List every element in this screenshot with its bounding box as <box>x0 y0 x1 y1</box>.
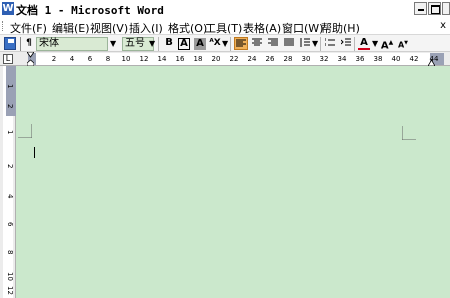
vruler-number: 2 <box>6 104 14 109</box>
font-color-letter: A <box>360 37 368 48</box>
word-app-icon[interactable]: W <box>2 2 14 15</box>
toolbar-separator <box>354 37 355 51</box>
vertical-ruler[interactable]: 1 2 1 2 4 6 8 10 12 <box>0 66 16 298</box>
font-size-value: 五号 <box>125 38 145 49</box>
vertical-ruler-top-margin <box>6 66 16 116</box>
numbering-icon[interactable] <box>323 37 337 50</box>
close-button[interactable] <box>442 2 450 15</box>
vruler-number: 8 <box>6 250 14 255</box>
title-bar: W 文档 1 - Microsoft Word <box>0 0 450 18</box>
bold-button[interactable]: B <box>162 37 176 50</box>
ruler-number: 10 <box>121 55 131 63</box>
maximize-button[interactable] <box>428 2 441 15</box>
ruler-number: 26 <box>265 55 275 63</box>
ruler-number: 8 <box>105 55 111 63</box>
grow-font-letter: A <box>380 40 389 52</box>
vruler-number: 1 <box>6 84 14 89</box>
justify-button[interactable] <box>282 37 296 50</box>
ruler-number: 16 <box>175 55 185 63</box>
toolbar-separator <box>158 37 159 51</box>
horizontal-ruler-bar: L 2 4 6 8 10 12 14 16 18 20 22 24 26 28 … <box>0 52 450 66</box>
font-size-dropdown-icon[interactable]: ▼ <box>149 39 155 48</box>
formatting-toolbar: ¶ 宋体 ▼ 五号 ▼ B A A ᴬX ▼ ▼ A ▼ A▲ A▼ <box>0 34 450 52</box>
font-name-select[interactable]: 宋体 <box>36 37 108 51</box>
font-name-dropdown-icon[interactable]: ▼ <box>110 39 116 48</box>
char-shading-button[interactable]: A <box>194 38 206 50</box>
font-color-button[interactable]: A <box>357 37 371 50</box>
font-color-swatch <box>358 48 370 50</box>
ruler-number: 14 <box>157 55 167 63</box>
window-title: 文档 1 - Microsoft Word <box>16 4 164 17</box>
toolbar-separator <box>320 37 321 51</box>
text-cursor <box>34 147 35 158</box>
crop-mark-top-left <box>18 124 32 138</box>
save-icon[interactable] <box>4 37 16 50</box>
ruler-number: 12 <box>139 55 149 63</box>
vruler-number: 10 <box>6 272 14 281</box>
tab-selector-button[interactable]: L <box>3 54 13 64</box>
crop-mark-top-right <box>402 126 416 140</box>
ruler-number: 22 <box>229 55 239 63</box>
vruler-number: 6 <box>6 222 14 227</box>
horizontal-ruler[interactable]: 2 4 6 8 10 12 14 16 18 20 22 24 26 28 30… <box>28 53 444 65</box>
vertical-ruler-track: 1 2 1 2 4 6 8 10 12 <box>3 66 16 298</box>
styles-pane-icon[interactable]: ¶ <box>24 37 34 50</box>
ruler-number: 24 <box>247 55 257 63</box>
close-document-button[interactable]: x <box>440 20 446 31</box>
ruler-number: 4 <box>69 55 75 63</box>
font-name-value: 宋体 <box>39 38 59 49</box>
char-border-button[interactable]: A <box>178 38 190 50</box>
ruler-number: 40 <box>391 55 401 63</box>
ruler-number: 28 <box>283 55 293 63</box>
vruler-number: 4 <box>6 194 14 199</box>
ruler-number: 18 <box>193 55 203 63</box>
document-page[interactable] <box>16 66 450 298</box>
ruler-number: 36 <box>355 55 365 63</box>
text-effects-icon[interactable]: ᴬX <box>208 37 222 50</box>
vruler-number: 2 <box>6 164 14 169</box>
ruler-number: 38 <box>373 55 383 63</box>
indent-icon[interactable] <box>339 37 353 50</box>
text-effects-dropdown-icon[interactable]: ▼ <box>222 39 228 48</box>
line-spacing-icon[interactable] <box>298 37 312 50</box>
toolbar-grip[interactable] <box>20 37 21 51</box>
align-center-button[interactable] <box>250 37 264 50</box>
minimize-button[interactable] <box>414 2 427 15</box>
menu-bar: 文件(F) 编辑(E) 视图(V) 插入(I) 格式(O) 工具(T) 表格(A… <box>0 18 450 35</box>
toolbar-separator <box>230 37 231 51</box>
font-color-dropdown-icon[interactable]: ▼ <box>372 39 378 48</box>
ruler-number: 34 <box>337 55 347 63</box>
ruler-number: 32 <box>319 55 329 63</box>
grow-font-button[interactable]: A▲ <box>380 37 394 52</box>
ruler-number: 20 <box>211 55 221 63</box>
ruler-number: 42 <box>409 55 419 63</box>
ruler-number: 2 <box>51 55 57 63</box>
ruler-number: 30 <box>301 55 311 63</box>
align-right-button[interactable] <box>266 37 280 50</box>
align-left-button[interactable] <box>234 37 248 50</box>
indent-marker-icon[interactable] <box>27 52 34 66</box>
menubar-grip-handle[interactable] <box>2 21 5 31</box>
shrink-font-button[interactable]: A▼ <box>396 37 410 50</box>
line-spacing-dropdown-icon[interactable]: ▼ <box>312 39 318 48</box>
vruler-number: 1 <box>6 130 14 135</box>
right-indent-marker-icon[interactable] <box>428 59 435 66</box>
vruler-number: 12 <box>6 286 14 295</box>
ruler-number: 6 <box>87 55 93 63</box>
